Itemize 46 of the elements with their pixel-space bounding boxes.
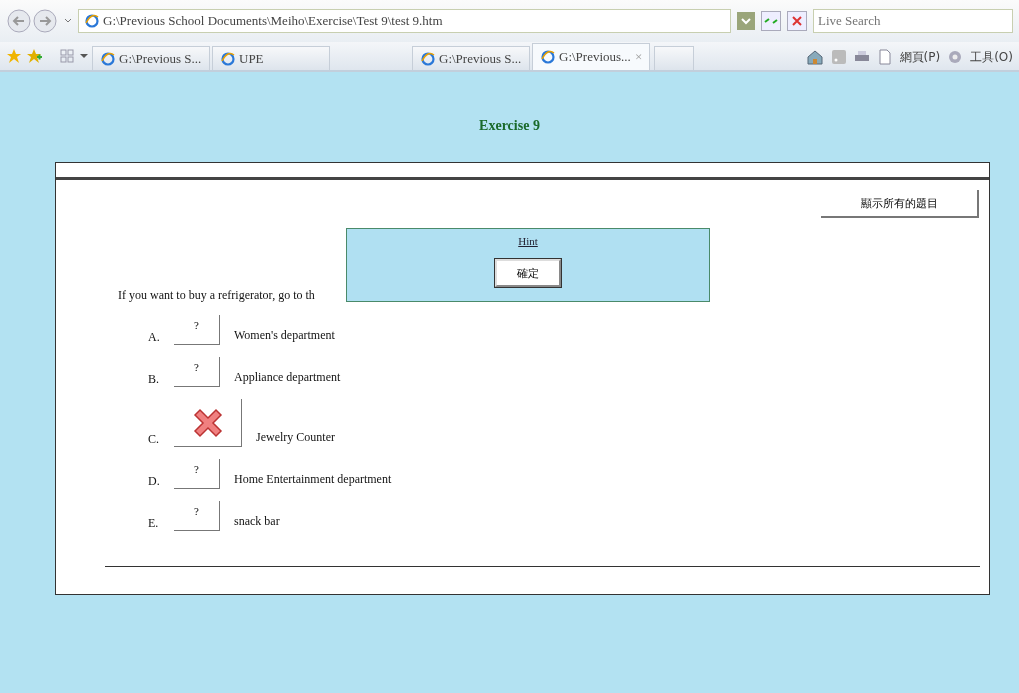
option-letter: D.: [148, 474, 160, 489]
option-text: Appliance department: [234, 370, 341, 386]
browser-tab[interactable]: G:\Previous S...: [412, 46, 530, 70]
answer-button[interactable]: ?: [174, 459, 220, 489]
feeds-icon[interactable]: [831, 50, 846, 64]
option-text: Home Entertainment department: [234, 472, 392, 488]
option-text: Jewelry Counter: [256, 430, 335, 446]
menu-item[interactable]: 工具(O): [970, 48, 1013, 66]
browser-icon: [421, 51, 435, 66]
browser-icon: [541, 50, 555, 64]
browser-icon: [221, 51, 235, 66]
refresh-icon[interactable]: [761, 11, 781, 31]
page-icon[interactable]: [877, 49, 892, 65]
favorites-star-icon[interactable]: [6, 48, 22, 64]
home-icon[interactable]: [805, 49, 824, 65]
search-field[interactable]: Live Search: [813, 9, 1013, 33]
answer-button[interactable]: ?: [174, 357, 220, 387]
forward-icon[interactable]: [32, 8, 58, 34]
dropdown-icon[interactable]: [64, 18, 72, 24]
answer-button[interactable]: ?: [174, 315, 220, 345]
browser-tab[interactable]: G:\Previous... ×: [532, 43, 650, 70]
hint-link[interactable]: Hint: [518, 235, 538, 247]
browser-tab[interactable]: UPE: [212, 46, 330, 70]
back-icon[interactable]: [6, 8, 32, 34]
ok-button[interactable]: 確定: [495, 259, 561, 287]
page-title: Exercise 9: [478, 118, 541, 134]
option-letter: E.: [148, 516, 160, 531]
browser-icon: [85, 14, 99, 28]
answer-button[interactable]: ?: [174, 501, 220, 531]
option-letter: C.: [148, 432, 160, 447]
option-letter: A.: [148, 330, 160, 345]
option-text: snack bar: [234, 514, 280, 530]
new-tab-button[interactable]: [654, 46, 694, 70]
option-text: Women's department: [234, 328, 335, 344]
show-all-button[interactable]: 顯示所有的題目: [821, 190, 979, 218]
browser-icon: [101, 51, 115, 66]
address-field[interactable]: G:\Previous School Documents\Meiho\Exercise\Test 9\test 9.htm: [78, 9, 731, 33]
menu-item[interactable]: 網頁(P): [899, 48, 941, 66]
add-favorite-icon[interactable]: [26, 48, 42, 64]
dropdown-icon[interactable]: [80, 53, 88, 59]
browser-tab[interactable]: G:\Previous S...: [92, 46, 210, 70]
stop-icon[interactable]: [787, 11, 807, 31]
print-icon[interactable]: [853, 50, 870, 64]
gear-icon[interactable]: [948, 50, 963, 64]
option-letter: B.: [148, 372, 160, 387]
question-text: If you want to buy a refrigerator, go to th: [118, 288, 315, 303]
